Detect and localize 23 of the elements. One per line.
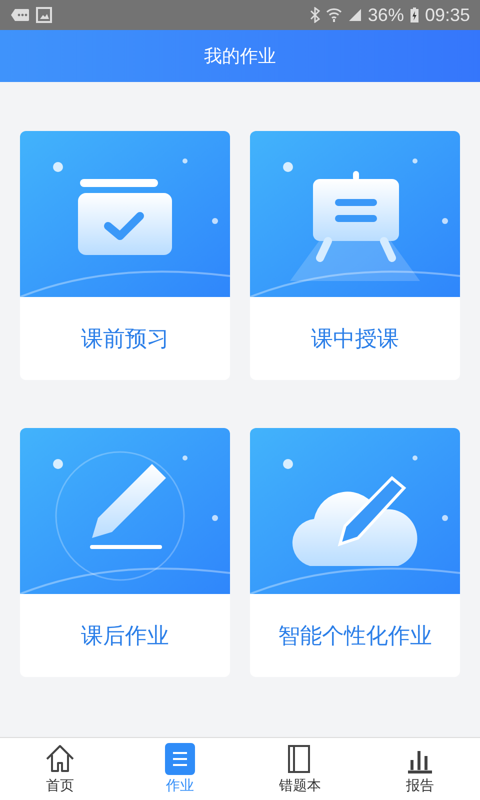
message-icon — [10, 8, 30, 22]
nav-tab[interactable]: 作业 — [120, 738, 240, 800]
homework-card[interactable]: 课前预习 — [20, 131, 230, 380]
homework-card[interactable]: 课中授课 — [250, 131, 460, 380]
list-icon — [165, 743, 195, 775]
homework-card[interactable]: 课后作业 — [20, 428, 230, 677]
card-title: 智能个性化作业 — [277, 622, 433, 650]
nav-tab[interactable]: 报告 — [360, 738, 480, 800]
home-icon — [44, 743, 76, 775]
signal-icon — [348, 8, 362, 22]
bluetooth-icon — [310, 7, 320, 23]
clock: 09:35 — [424, 4, 470, 26]
battery-percent: 36% — [368, 4, 404, 26]
wifi-icon — [326, 7, 342, 23]
nav-tab[interactable]: 错题本 — [240, 738, 360, 800]
battery-icon — [410, 7, 419, 23]
nav-tab[interactable]: 首页 — [0, 738, 120, 800]
homework-card[interactable]: 智能个性化作业 — [250, 428, 460, 677]
card-title: 课前预习 — [80, 326, 170, 354]
card-title: 课中授课 — [310, 326, 400, 354]
image-icon — [36, 7, 52, 23]
card-title: 课后作业 — [80, 622, 170, 650]
page-title: 我的作业 — [204, 45, 276, 68]
